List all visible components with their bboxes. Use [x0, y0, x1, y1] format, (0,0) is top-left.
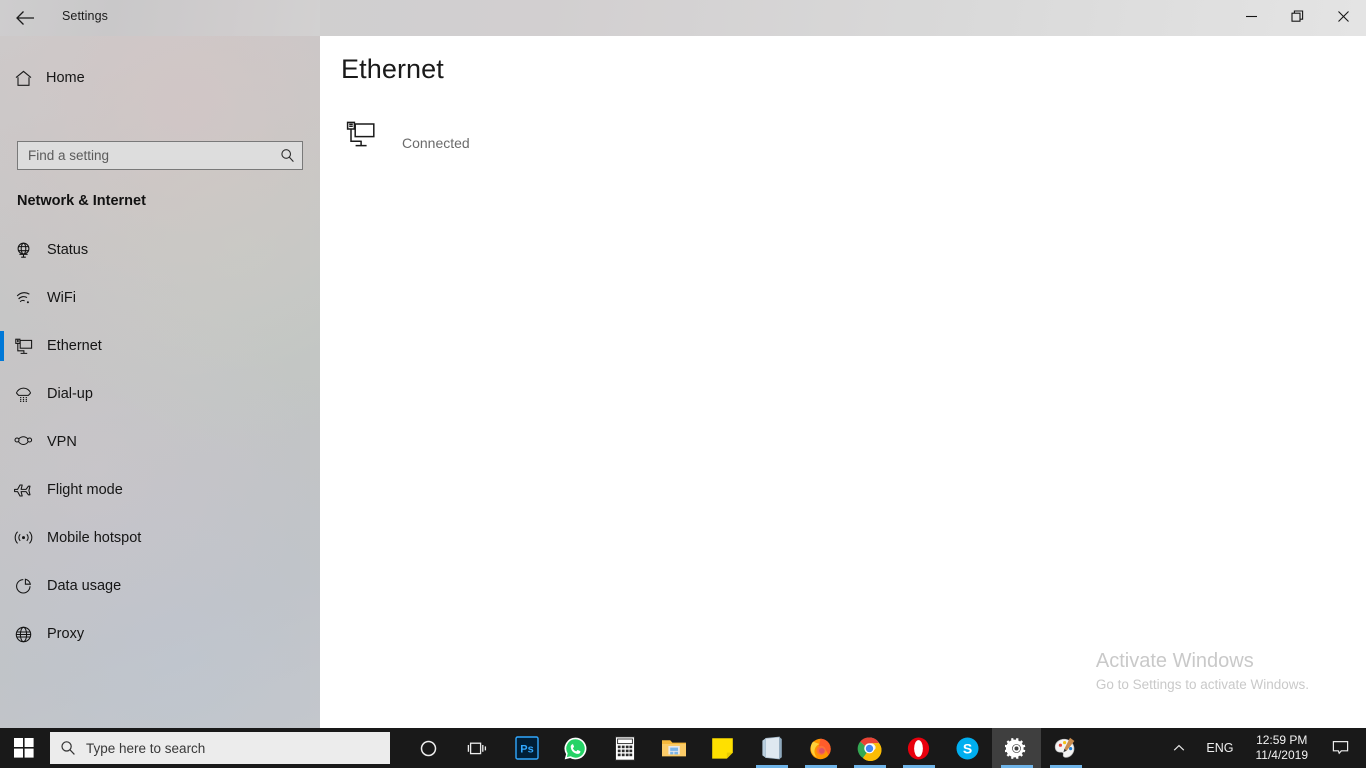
- activate-windows-watermark: Activate Windows Go to Settings to activ…: [1096, 648, 1309, 696]
- home-icon: [0, 69, 46, 88]
- back-arrow-icon[interactable]: [12, 6, 38, 30]
- sidebar: Home Network & Internet: [0, 36, 320, 728]
- sidebar-item-mobile-hotspot[interactable]: Mobile hotspot: [0, 514, 320, 562]
- globe-icon: [0, 625, 47, 644]
- whatsapp-icon[interactable]: [551, 728, 600, 768]
- close-button[interactable]: [1320, 0, 1366, 32]
- search-icon[interactable]: [272, 148, 302, 163]
- sidebar-item-status[interactable]: Status: [0, 226, 320, 274]
- hotspot-icon: [0, 529, 47, 548]
- sidebar-item-dial-up[interactable]: Dial-up: [0, 370, 320, 418]
- skype-icon[interactable]: S: [943, 728, 992, 768]
- sidebar-item-label: VPN: [47, 434, 77, 450]
- sidebar-item-home[interactable]: Home: [0, 58, 320, 98]
- sidebar-item-label: Ethernet: [47, 338, 102, 354]
- window-title: Settings: [62, 9, 108, 23]
- sidebar-item-label: Data usage: [47, 578, 122, 594]
- sidebar-nav-list: Status WiFi Ethernet Dial-up VPN Flight …: [0, 226, 320, 658]
- sidebar-item-data-usage[interactable]: Data usage: [0, 562, 320, 610]
- selection-indicator: [0, 331, 4, 361]
- clock-date: 11/4/2019: [1255, 748, 1309, 762]
- watermark-title: Activate Windows: [1095, 650, 1254, 672]
- system-tray: ENG 12:59 PM 11/4/2019: [1162, 728, 1366, 768]
- chrome-icon[interactable]: [845, 728, 894, 768]
- settings-icon[interactable]: [992, 728, 1041, 768]
- chevron-up-icon[interactable]: [1162, 741, 1196, 755]
- taskbar-icon-list: Ps S: [404, 728, 1090, 768]
- sidebar-item-wifi[interactable]: WiFi: [0, 274, 320, 322]
- search-icon: [50, 740, 86, 756]
- minimize-button[interactable]: [1228, 0, 1274, 32]
- title-bar: Settings: [0, 0, 1366, 36]
- title-bar-left-panel: [0, 0, 320, 36]
- sidebar-section-header: Network & Internet: [17, 193, 146, 209]
- sticky-notes-icon[interactable]: [698, 728, 747, 768]
- ethernet-icon: [0, 337, 47, 356]
- dialup-phone-icon: [0, 385, 47, 404]
- sidebar-item-vpn[interactable]: VPN: [0, 418, 320, 466]
- sidebar-item-label: Mobile hotspot: [47, 530, 142, 546]
- ethernet-connection-row[interactable]: Connected: [340, 118, 470, 152]
- watermark-subtitle: Go to Settings to activate Windows.: [1095, 677, 1309, 692]
- sidebar-item-flight-mode[interactable]: Flight mode: [0, 466, 320, 514]
- task-view-icon[interactable]: [453, 728, 502, 768]
- airplane-icon: [0, 481, 47, 500]
- file-explorer-icon[interactable]: [649, 728, 698, 768]
- search-box[interactable]: [17, 141, 303, 170]
- windows-start-icon[interactable]: [0, 728, 48, 768]
- sidebar-item-label: Proxy: [47, 626, 85, 642]
- sidebar-item-label: WiFi: [47, 290, 76, 306]
- pie-chart-icon: [0, 577, 47, 596]
- calculator-icon[interactable]: [600, 728, 649, 768]
- page-title: Ethernet: [341, 54, 444, 84]
- search-input[interactable]: [18, 148, 272, 163]
- connection-status-text: Connected: [402, 135, 470, 151]
- language-indicator[interactable]: ENG: [1196, 741, 1243, 755]
- sidebar-item-proxy[interactable]: Proxy: [0, 610, 320, 658]
- cortana-icon[interactable]: [404, 728, 453, 768]
- taskbar-search-placeholder: Type here to search: [86, 740, 206, 756]
- paint-3d-icon[interactable]: [1041, 728, 1090, 768]
- opera-icon[interactable]: [894, 728, 943, 768]
- clock-time: 12:59 PM: [1256, 733, 1308, 747]
- photoshop-icon[interactable]: Ps: [502, 728, 551, 768]
- svg-text:Ps: Ps: [520, 743, 533, 755]
- taskbar-search-box[interactable]: Type here to search: [50, 732, 390, 764]
- clock[interactable]: 12:59 PM 11/4/2019: [1244, 733, 1321, 763]
- wifi-icon: [0, 289, 47, 308]
- sidebar-item-ethernet[interactable]: Ethernet: [0, 322, 320, 370]
- sidebar-item-label: Status: [47, 242, 89, 258]
- status-globe-icon: [0, 241, 47, 260]
- content-area: Ethernet Connected Related settings Cha: [320, 36, 1366, 728]
- firefox-icon[interactable]: [796, 728, 845, 768]
- taskbar: Type here to search Ps S ENG 12:59 PM 11…: [0, 728, 1366, 768]
- settings-window: Settings Home Find a setting Network & I…: [0, 0, 1366, 728]
- svg-text:S: S: [963, 740, 972, 756]
- sidebar-home-label: Home: [46, 70, 85, 86]
- sidebar-item-label: Flight mode: [47, 482, 123, 498]
- maximize-restore-button[interactable]: [1274, 0, 1320, 32]
- sidebar-item-label: Dial-up: [47, 386, 93, 402]
- onenote-icon[interactable]: [747, 728, 796, 768]
- ethernet-monitor-icon: [340, 118, 382, 152]
- show-desktop-button[interactable]: [1360, 728, 1366, 768]
- vpn-icon: [0, 433, 47, 452]
- screen: Settings Home Find a setting Network & I…: [0, 0, 1366, 768]
- action-center-icon[interactable]: [1320, 740, 1360, 756]
